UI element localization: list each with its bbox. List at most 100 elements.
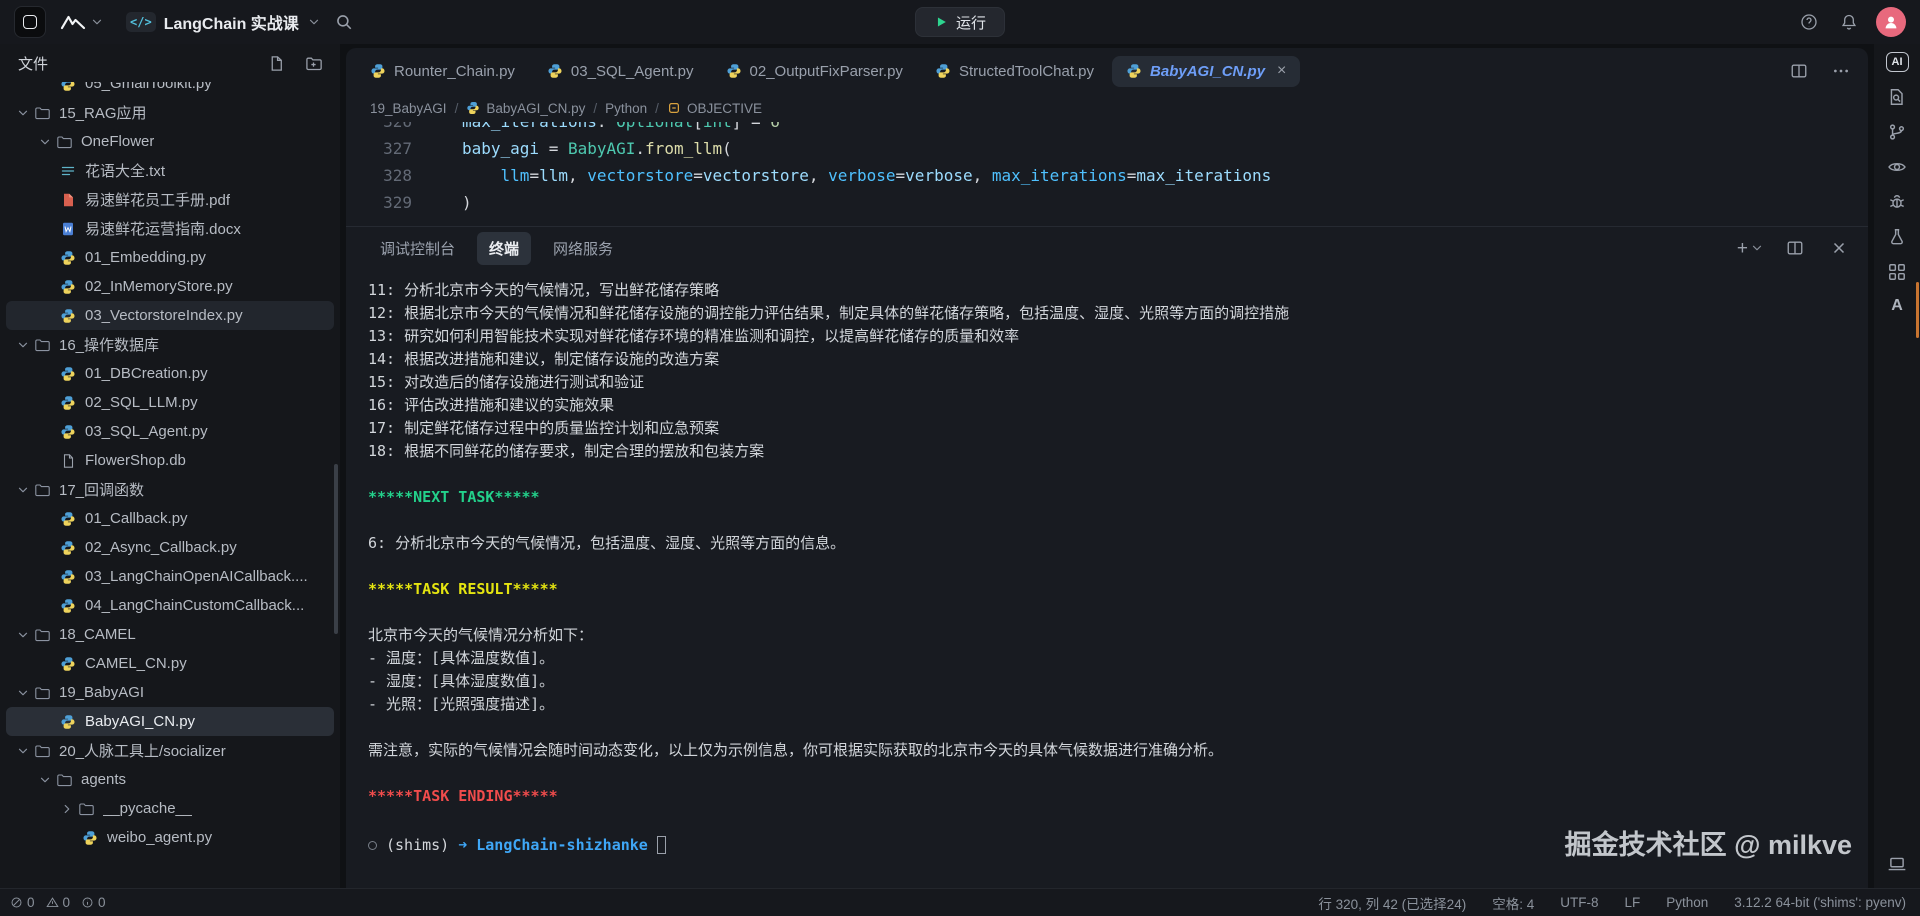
tree-item-label: 花语大全.txt [85,160,165,181]
tree-item-label: 15_RAG应用 [59,102,147,123]
python-icon [935,63,951,79]
more-actions-button[interactable] [1828,58,1854,84]
tree-folder[interactable]: 15_RAG应用 [6,98,334,127]
new-folder-button[interactable] [301,51,326,76]
indent-setting[interactable]: 空格: 4 [1492,893,1534,913]
app-logo[interactable] [56,12,108,32]
run-button[interactable]: 运行 [915,7,1005,37]
breadcrumb-separator: / [593,101,597,116]
sidebar-scrollbar[interactable] [334,464,338,634]
user-icon [1882,13,1900,31]
tree-file[interactable]: FlowerShop.db [6,446,334,475]
tree-folder[interactable]: agents [6,765,334,794]
python-interpreter[interactable]: 3.12.2 64-bit ('shims': pyenv) [1734,895,1906,910]
close-panel-button[interactable] [1826,235,1852,261]
tree-folder[interactable]: 18_CAMEL [6,620,334,649]
breadcrumb-item[interactable]: Python [605,101,647,116]
ai-badge-button[interactable]: AI [1886,52,1909,72]
panel-tab[interactable]: 网络服务 [541,232,625,265]
terminal-output[interactable]: 11: 分析北京市今天的气候情况，写出鲜花储存策略12: 根据北京市今天的气候情… [346,269,1868,888]
project-switcher[interactable]: </> LangChain 实战课 [126,10,321,34]
folder-icon [56,772,74,788]
tree-file[interactable]: 01_DBCreation.py [6,359,334,388]
grid-button[interactable] [1887,262,1907,282]
tree-file[interactable]: 01_Embedding.py [6,243,334,272]
editor-tab[interactable]: Rounter_Chain.py [356,56,529,87]
file-search-button[interactable] [1887,87,1907,107]
tree-folder[interactable]: 16_操作数据库 [6,330,334,359]
new-terminal-button[interactable]: + [1737,239,1764,258]
tree-file[interactable]: 花语大全.txt [6,156,334,185]
warning-icon [46,896,59,909]
tree-folder[interactable]: 20_人脉工具上/socializer [6,736,334,765]
tree-file[interactable]: 04_LangChainCustomCallback... [6,591,334,620]
breadcrumb-item[interactable]: BabyAGI_CN.py [466,101,585,116]
tree-file[interactable]: 01_Callback.py [6,504,334,533]
tree-file[interactable]: 03_LangChainOpenAICallback.... [6,562,334,591]
tree-file[interactable]: 02_Async_Callback.py [6,533,334,562]
laptop-button[interactable] [1887,854,1907,874]
split-editor-button[interactable] [1786,58,1812,84]
cursor-position[interactable]: 行 320, 列 42 (已选择24) [1318,893,1466,913]
folder-icon [34,105,52,121]
notifications-button[interactable] [1836,9,1862,35]
panel-tab[interactable]: 终端 [477,232,531,265]
prompt-arrow: ➜ [458,833,467,857]
warning-count: 0 [63,895,71,910]
python-icon [547,63,563,79]
code-badge-icon: </> [126,12,156,32]
encoding-setting[interactable]: UTF-8 [1560,895,1598,910]
flask-button[interactable] [1887,227,1907,247]
tree-folder[interactable]: 19_BabyAGI [6,678,334,707]
breadcrumb-item[interactable]: OBJECTIVE [667,101,762,116]
tree-folder[interactable]: OneFlower [6,127,334,156]
tree-file[interactable]: weibo_agent.py [6,823,334,852]
editor-tab[interactable]: 02_OutputFixParser.py [712,56,917,87]
new-file-button[interactable] [264,51,289,76]
tree-file[interactable]: 05_GmailToolkit.py [6,82,334,98]
app-menu-button[interactable] [14,6,46,38]
word-file-icon [60,221,78,237]
terminal-cursor [657,836,666,854]
tree-file[interactable]: 易速鲜花员工手册.pdf [6,185,334,214]
tree-folder[interactable]: 17_回调函数 [6,475,334,504]
avatar[interactable] [1876,7,1906,37]
tree-file[interactable]: 02_SQL_LLM.py [6,388,334,417]
tree-file[interactable]: 03_SQL_Agent.py [6,417,334,446]
tree-folder[interactable]: __pycache__ [6,794,334,823]
code-line: 329) [346,189,1868,216]
python-icon [60,395,78,411]
terminal-line: - 湿度：[具体湿度数值]。 [368,670,1850,693]
split-panel-button[interactable] [1782,235,1808,261]
tree-item-label: agents [81,771,126,788]
breadcrumb-item[interactable]: 19_BabyAGI [370,101,447,116]
tree-file[interactable]: BabyAGI_CN.py [6,707,334,736]
search-button[interactable] [331,9,357,35]
git-branch-button[interactable] [1887,122,1907,142]
tree-item-label: 易速鲜花运营指南.docx [85,218,241,239]
tree-file[interactable]: 02_InMemoryStore.py [6,272,334,301]
tree-file[interactable]: 03_VectorstoreIndex.py [6,301,334,330]
breadcrumb-separator: / [455,101,459,116]
letter-a-button[interactable]: A [1891,297,1903,315]
help-button[interactable] [1796,9,1822,35]
eol-setting[interactable]: LF [1624,895,1640,910]
editor-tab[interactable]: BabyAGI_CN.py× [1112,56,1300,87]
code-editor[interactable]: 326max_iterations: Optional[int] = 6327b… [346,122,1868,226]
tree-file[interactable]: 易速鲜花运营指南.docx [6,214,334,243]
terminal-prompt[interactable]: (shims) ➜ LangChain-shizhanke [368,833,1850,857]
bug-button[interactable] [1887,192,1907,212]
terminal-line: - 温度：[具体温度数值]。 [368,647,1850,670]
panel-tab[interactable]: 调试控制台 [368,232,467,265]
editor-tab[interactable]: 03_SQL_Agent.py [533,56,708,87]
folder-icon [34,685,52,701]
tree-file[interactable]: CAMEL_CN.py [6,649,334,678]
language-mode[interactable]: Python [1666,895,1708,910]
grid-icon [1887,262,1907,282]
problems-indicator[interactable]: 0 0 0 [10,895,113,910]
editor-tab[interactable]: StructedToolChat.py [921,56,1108,87]
line-number: 327 [346,135,424,162]
close-icon[interactable]: × [1277,63,1286,79]
tree-item-label: 17_回调函数 [59,479,144,500]
eye-button[interactable] [1887,157,1907,177]
